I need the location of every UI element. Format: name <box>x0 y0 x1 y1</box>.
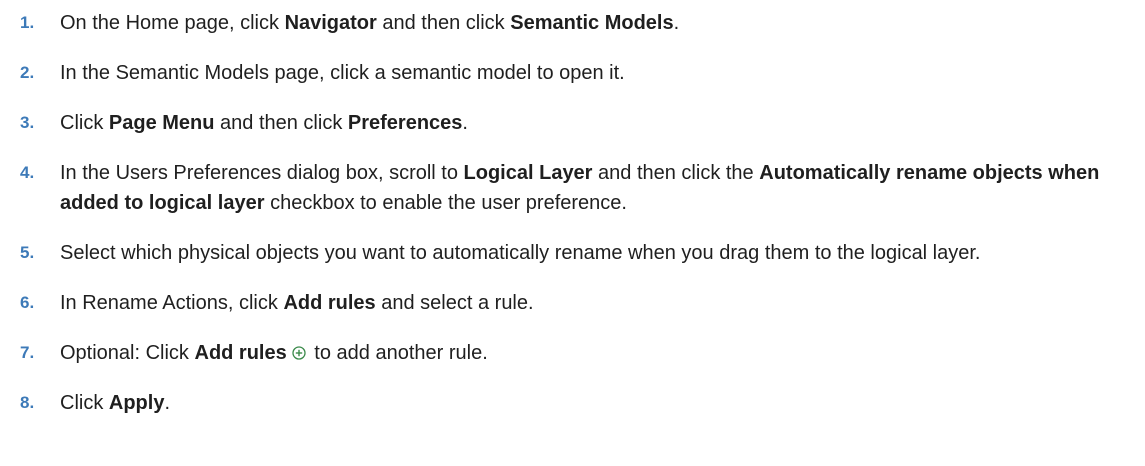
step-4: 4. In the Users Preferences dialog box, … <box>0 158 1145 218</box>
step-text: Optional: Click Add rules to add another… <box>60 342 488 364</box>
step-5: 5. Select which physical objects you wan… <box>0 238 1145 268</box>
step-number: 3. <box>20 113 35 132</box>
ui-term-page-menu: Page Menu <box>108 112 215 134</box>
step-6: 6. In Rename Actions, click Add rules an… <box>0 288 1145 318</box>
ui-term-navigator: Navigator <box>284 12 377 34</box>
add-circle-icon <box>292 346 306 360</box>
step-3: 3. Click Page Menu and then click Prefer… <box>0 108 1145 138</box>
step-number: 7. <box>20 343 35 362</box>
step-text: In the Semantic Models page, click a sem… <box>60 62 625 84</box>
step-text: Click Apply. <box>60 392 171 414</box>
step-text: On the Home page, click Navigator and th… <box>60 12 680 34</box>
step-7: 7. Optional: Click Add rules to add anot… <box>0 338 1145 368</box>
step-number: 4. <box>20 163 35 182</box>
step-number: 2. <box>20 63 35 82</box>
ui-term-preferences: Preferences <box>347 112 463 134</box>
step-text: Select which physical objects you want t… <box>60 242 981 264</box>
step-8: 8. Click Apply. <box>0 388 1145 418</box>
step-text: In the Users Preferences dialog box, scr… <box>60 162 1100 214</box>
step-1: 1. On the Home page, click Navigator and… <box>0 8 1145 38</box>
ui-term-apply: Apply <box>108 392 165 414</box>
step-2: 2. In the Semantic Models page, click a … <box>0 58 1145 88</box>
ui-term-semantic-models: Semantic Models <box>510 12 674 34</box>
procedure-steps: 1. On the Home page, click Navigator and… <box>0 0 1145 418</box>
ui-term-logical-layer: Logical Layer <box>463 162 593 184</box>
step-text: Click Page Menu and then click Preferenc… <box>60 112 468 134</box>
step-number: 6. <box>20 293 35 312</box>
step-text: In Rename Actions, click Add rules and s… <box>60 292 534 314</box>
step-number: 8. <box>20 393 35 412</box>
ui-term-add-rules: Add rules <box>194 342 287 364</box>
step-number: 1. <box>20 13 35 32</box>
step-number: 5. <box>20 243 35 262</box>
ui-term-add-rules: Add rules <box>283 292 376 314</box>
